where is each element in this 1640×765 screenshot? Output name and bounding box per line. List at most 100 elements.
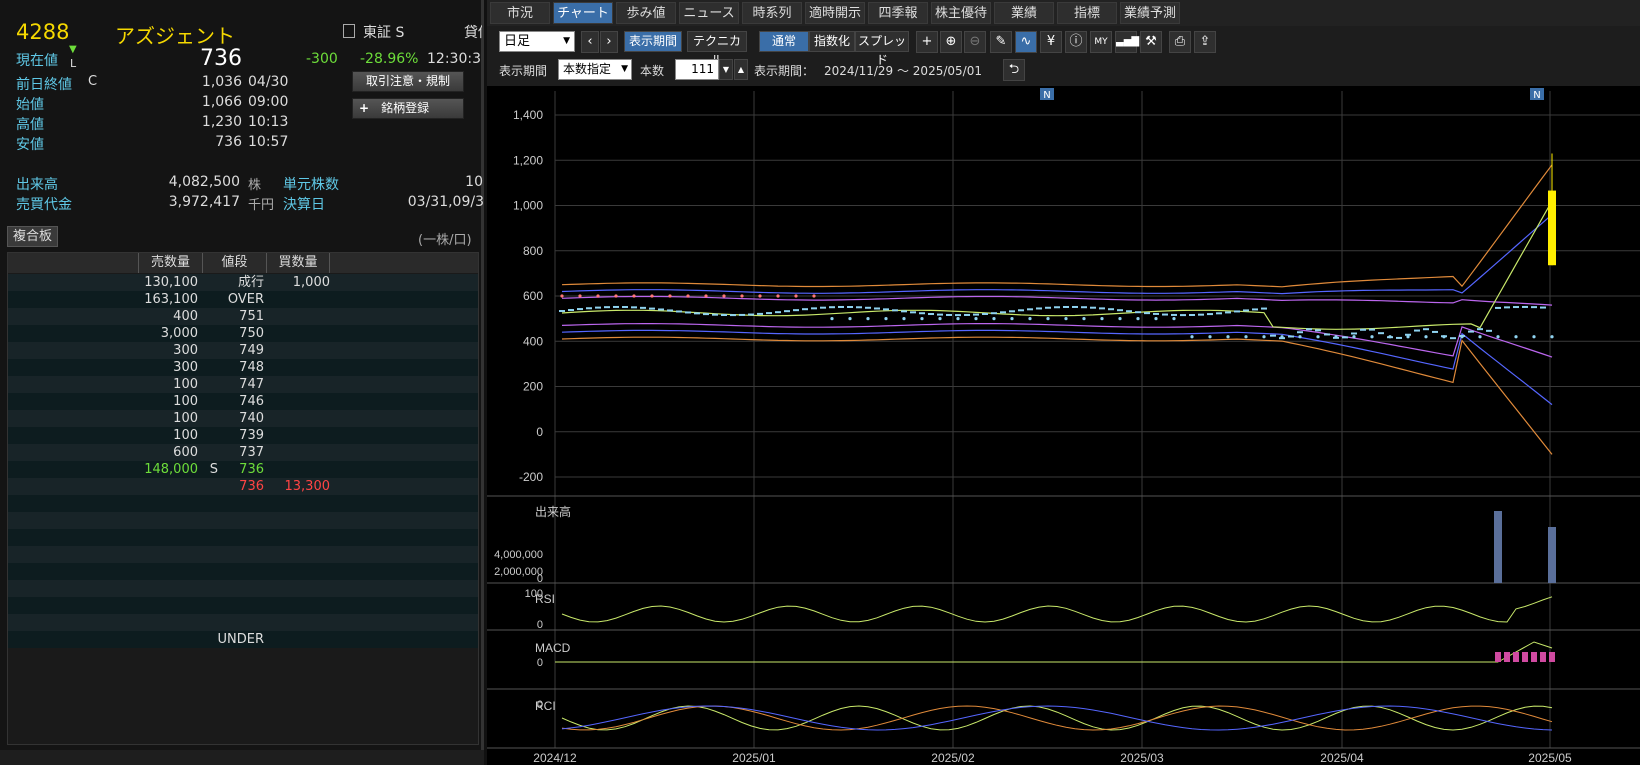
prev-icon[interactable]: ‹	[581, 31, 599, 53]
sar-dot	[632, 294, 636, 298]
book-row[interactable]: 400 751	[8, 308, 478, 325]
register-stock-button[interactable]: + 銘柄登録	[352, 98, 464, 119]
candle	[685, 311, 691, 314]
book-row[interactable]: 300 748	[8, 359, 478, 376]
candle	[1171, 313, 1177, 316]
book-row[interactable]	[8, 512, 478, 529]
zoom-out-icon[interactable]: ⊖	[964, 31, 986, 53]
sar-dot	[596, 294, 600, 298]
book-row[interactable]	[8, 529, 478, 546]
candle	[1495, 306, 1501, 309]
mode-normal-button[interactable]: 通常	[759, 31, 809, 52]
x-tick-label: 2024/12	[533, 751, 577, 765]
moving-average-line	[561, 200, 1553, 330]
reset-icon[interactable]: ⮌	[1003, 59, 1025, 81]
candle	[1063, 305, 1069, 308]
trend-icon[interactable]: ∿	[1015, 31, 1037, 53]
sar-dot	[578, 294, 582, 298]
period-mode-select[interactable]: 本数指定 ▼	[558, 59, 632, 80]
tab-3[interactable]: ニュース	[679, 2, 739, 24]
stock-chart[interactable]: 1,400 1,200 1,000 800 600 400 200 0 -200 2024/12 2…	[487, 86, 1640, 765]
tab-6[interactable]: 四季報	[868, 2, 928, 24]
display-period-button[interactable]: 表示期間	[624, 31, 682, 52]
candle	[1540, 306, 1546, 309]
histogram-icon[interactable]: ▃▅▇	[1115, 31, 1139, 53]
book-row[interactable]: 163,100 OVER	[8, 291, 478, 308]
order-book: 売数量 値段 買数量 130,100 成行 1,000 163,100 OVER 400 7…	[7, 252, 479, 745]
book-row[interactable]: 600 737	[8, 444, 478, 461]
x-tick-label: 2025/02	[931, 751, 975, 765]
volume-unit: 株	[248, 178, 262, 193]
candle	[1027, 308, 1033, 311]
book-row[interactable]: 736 13,300	[8, 478, 478, 495]
quote-time: 09:00	[248, 94, 289, 110]
candle	[919, 312, 925, 315]
candle	[1486, 329, 1492, 332]
tab-10[interactable]: 業績予測	[1120, 2, 1180, 24]
mode-spread-button[interactable]: スプレッド	[855, 31, 909, 67]
info-icon[interactable]: ⓘ	[1065, 31, 1087, 53]
export-icon[interactable]: ⇪	[1194, 31, 1216, 53]
book-row[interactable]	[8, 597, 478, 614]
chevron-down-icon[interactable]: ▼	[719, 59, 733, 80]
y-tick-label: 600	[523, 289, 543, 303]
trade-attention-button[interactable]: 取引注意・規制	[352, 71, 464, 92]
sar-dot	[1010, 317, 1014, 321]
turnover-unit: 千円	[248, 198, 275, 213]
book-row[interactable]: 100 746	[8, 393, 478, 410]
book-row[interactable]	[8, 563, 478, 580]
quote-flag: C	[88, 74, 98, 89]
book-row[interactable]: 100 739	[8, 427, 478, 444]
candle	[973, 313, 979, 316]
candle-body	[1548, 190, 1556, 266]
book-row[interactable]: 300 749	[8, 342, 478, 359]
document-icon[interactable]	[343, 24, 355, 38]
candle	[1342, 336, 1348, 339]
unit-shares-label: 単元株数	[283, 177, 339, 193]
period-select[interactable]: 日足 ▼	[499, 31, 575, 52]
y-tick-label: 0	[536, 425, 543, 439]
quote-label: 前日終値	[16, 77, 72, 93]
price: 750	[239, 326, 264, 341]
macd-histogram-bar	[1549, 652, 1555, 662]
book-row[interactable]	[8, 580, 478, 597]
chevron-up-icon[interactable]: ▲	[734, 59, 748, 80]
my-chart-icon[interactable]: MY	[1090, 31, 1112, 53]
book-row[interactable]: 130,100 成行 1,000	[8, 274, 478, 291]
tab-5[interactable]: 適時開示	[805, 2, 865, 24]
tab-9[interactable]: 指標	[1057, 2, 1117, 24]
book-row[interactable]	[8, 546, 478, 563]
book-title[interactable]: 複合板	[7, 226, 59, 247]
book-row[interactable]: 100 747	[8, 376, 478, 393]
book-row[interactable]	[8, 614, 478, 631]
book-row[interactable]: 100 740	[8, 410, 478, 427]
book-row[interactable]: 148,000 S 736	[8, 461, 478, 478]
yen-icon[interactable]: ¥	[1040, 31, 1062, 53]
mode-index-button[interactable]: 指数化	[809, 31, 855, 52]
tab-8[interactable]: 業績	[994, 2, 1054, 24]
zoom-in-icon[interactable]: ⊕	[940, 31, 962, 53]
count-input[interactable]: 111	[675, 59, 719, 80]
sar-dot	[1406, 335, 1410, 339]
candle	[703, 313, 709, 316]
wrench-icon[interactable]: ⚒	[1140, 31, 1162, 53]
tab-4[interactable]: 時系列	[742, 2, 802, 24]
print-icon[interactable]: ⎙	[1169, 31, 1191, 53]
tab-7[interactable]: 株主優待	[931, 2, 991, 24]
crosshair-icon[interactable]: +	[916, 31, 938, 53]
quote-panel: 4288 アズジェント 東証 S 貸借 現在値 ▼ L 736 -300 -28…	[0, 0, 484, 765]
next-icon[interactable]: ›	[600, 31, 618, 53]
tab-0[interactable]: 市況	[490, 2, 550, 24]
sar-dot	[722, 294, 726, 298]
book-row[interactable]: UNDER	[8, 631, 478, 648]
book-row[interactable]	[8, 495, 478, 512]
pencil-icon[interactable]: ✎	[990, 31, 1012, 53]
tab-1[interactable]: チャート	[553, 2, 613, 24]
news-marker-label: N	[1533, 90, 1540, 101]
technical-button[interactable]: テクニカル	[687, 31, 747, 67]
sar-dot	[560, 294, 564, 298]
tab-2[interactable]: 歩み値	[616, 2, 676, 24]
book-row[interactable]: 3,000 750	[8, 325, 478, 342]
price: 737	[239, 445, 264, 460]
candle	[1234, 310, 1240, 313]
